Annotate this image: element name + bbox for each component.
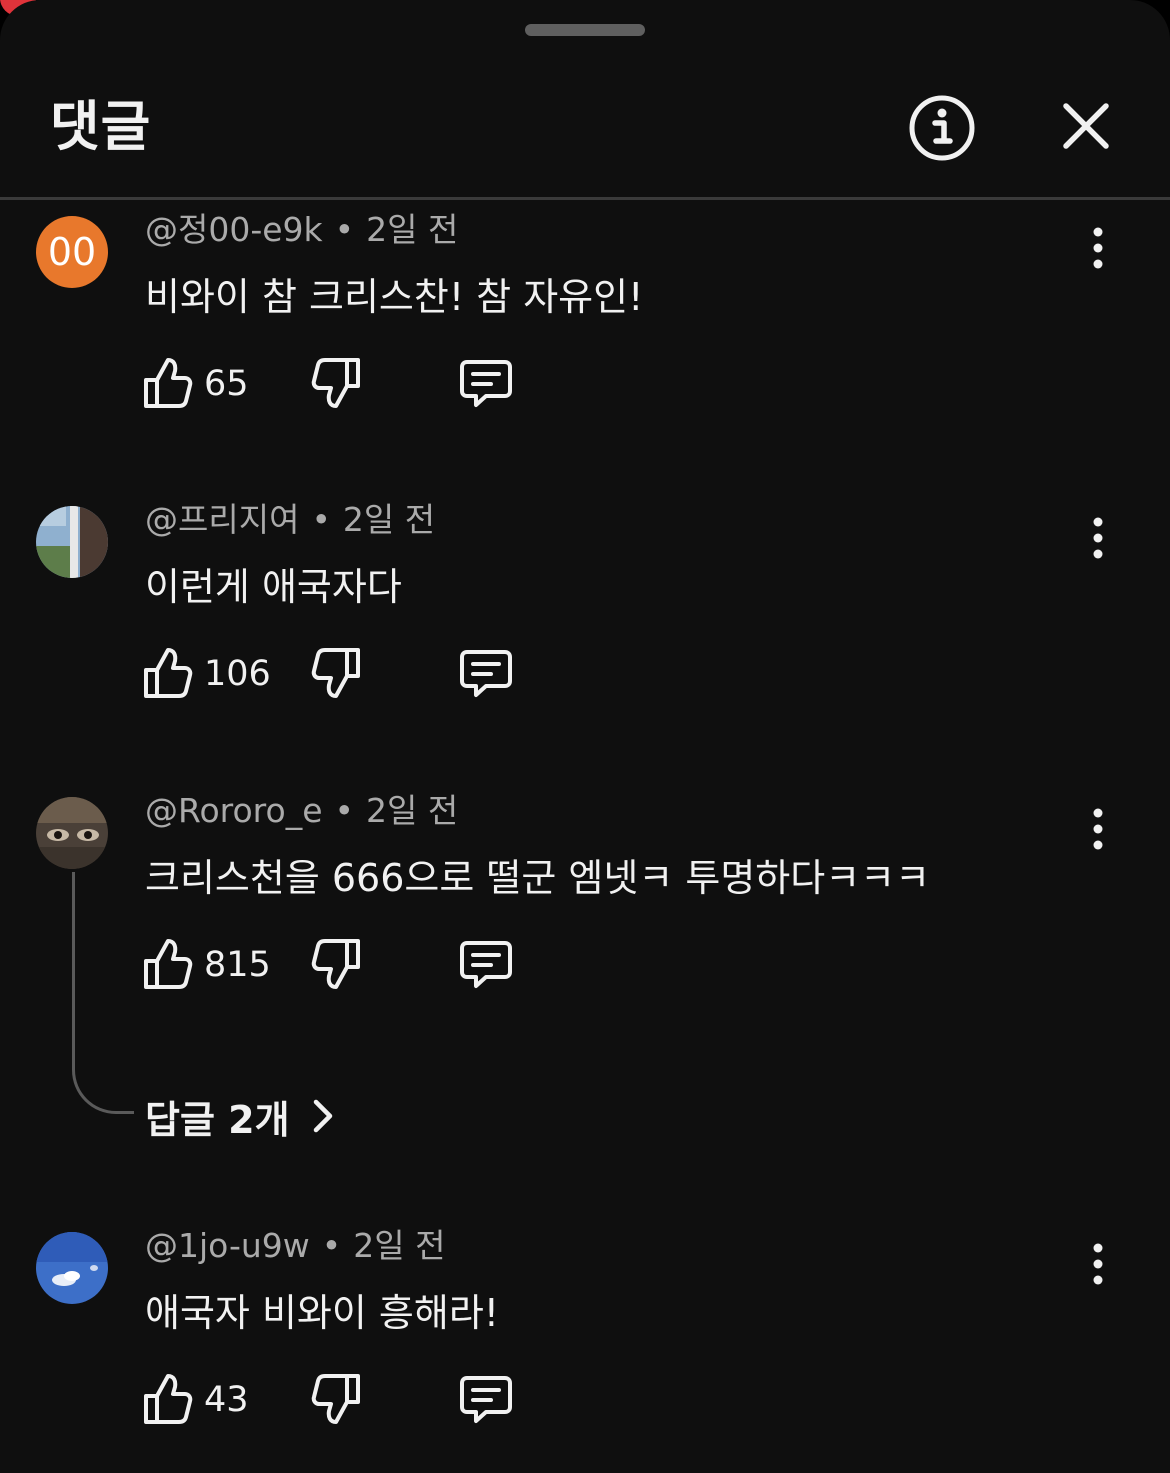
meta-separator: •: [321, 1226, 342, 1265]
like-count: 43: [204, 1380, 249, 1420]
more-options-button[interactable]: [1080, 805, 1116, 853]
comment-meta: @정00-e9k • 2일 전: [145, 208, 458, 252]
reply-comment-icon[interactable]: [458, 648, 514, 700]
more-options-button[interactable]: [1080, 514, 1116, 562]
drag-handle[interactable]: [525, 24, 645, 36]
comment-meta: @Rororo_e • 2일 전: [145, 789, 458, 833]
thumbs-up-icon[interactable]: [142, 1372, 194, 1426]
window-photo-avatar-icon: [36, 506, 108, 578]
eyes-photo-avatar-icon: [36, 797, 108, 869]
comment-meta: @프리지여 • 2일 전: [145, 498, 435, 542]
comment-time: 2일 전: [342, 500, 436, 539]
more-options-button[interactable]: [1080, 1240, 1116, 1288]
info-icon: [909, 95, 975, 161]
meta-separator: •: [311, 500, 331, 539]
more-options-button[interactable]: [1080, 224, 1116, 272]
avatar[interactable]: [36, 506, 108, 578]
comment-item: @프리지여 • 2일 전 이런게 애국자다 106: [0, 498, 1170, 758]
comment-text: 비와이 참 크리스찬! 참 자유인!: [145, 275, 644, 319]
reply-comment-icon[interactable]: [458, 939, 514, 991]
thumbs-up-icon[interactable]: [142, 356, 194, 410]
avatar[interactable]: [36, 797, 108, 869]
close-button[interactable]: [1052, 92, 1120, 160]
view-replies-button[interactable]: 답글 2개: [145, 1088, 340, 1144]
comment-author[interactable]: @정00-e9k: [145, 210, 323, 249]
reply-thread-line: [72, 872, 134, 1114]
comment-time: 2일 전: [365, 791, 459, 830]
meta-separator: •: [334, 791, 354, 830]
comments-sheet: 댓글 00 @정00-e9k • 2일 전 비와이 참 크리스찬! 참 자유인! 6…: [0, 0, 1170, 1473]
avatar[interactable]: 00: [36, 216, 108, 288]
header-divider: [0, 197, 1170, 200]
like-count: 106: [204, 654, 271, 694]
comment-actions: 815: [142, 937, 542, 993]
comment-actions: 65: [142, 356, 542, 412]
close-icon: [1063, 103, 1109, 149]
thumbs-down-icon[interactable]: [310, 1372, 362, 1426]
comment-author[interactable]: @프리지여: [145, 500, 299, 539]
avatar-initials: 00: [47, 230, 97, 274]
comment-author[interactable]: @Rororo_e: [145, 791, 323, 830]
comment-author[interactable]: @1jo-u9w: [145, 1226, 310, 1265]
reply-comment-icon[interactable]: [458, 1374, 514, 1426]
sheet-title: 댓글: [50, 95, 152, 158]
comment-text: 이런게 애국자다: [145, 565, 402, 609]
comment-meta: @1jo-u9w • 2일 전: [145, 1224, 445, 1268]
replies-label: 답글 2개: [145, 1097, 290, 1142]
comment-item: @1jo-u9w • 2일 전 애국자 비와이 흥해라! 43: [0, 1224, 1170, 1473]
sky-photo-avatar-icon: [36, 1232, 108, 1304]
comment-text: 애국자 비와이 흥해라!: [145, 1291, 500, 1335]
comment-time: 2일 전: [353, 1226, 446, 1265]
comment-item: 00 @정00-e9k • 2일 전 비와이 참 크리스찬! 참 자유인! 65: [0, 208, 1170, 468]
thumbs-up-icon[interactable]: [142, 646, 194, 700]
like-count: 815: [204, 945, 271, 985]
more-vertical-icon: [1093, 227, 1103, 269]
thumbs-down-icon[interactable]: [310, 937, 362, 991]
chevron-right-icon: [313, 1099, 332, 1133]
more-vertical-icon: [1093, 1243, 1103, 1285]
comment-actions: 106: [142, 646, 542, 702]
avatar[interactable]: [36, 1232, 108, 1304]
meta-separator: •: [334, 210, 355, 249]
comment-time: 2일 전: [366, 210, 459, 249]
thumbs-down-icon[interactable]: [310, 646, 362, 700]
more-vertical-icon: [1093, 517, 1103, 559]
comment-actions: 43: [142, 1372, 542, 1428]
reply-comment-icon[interactable]: [458, 358, 514, 410]
thumbs-down-icon[interactable]: [310, 356, 362, 410]
comment-item: @Rororo_e • 2일 전 크리스천을 666으로 떨군 엠넷ㅋ 투명하다ㅋㅋ…: [0, 789, 1170, 1049]
comment-text: 크리스천을 666으로 떨군 엠넷ㅋ 투명하다ㅋㅋㅋ: [145, 856, 931, 900]
info-button[interactable]: [904, 90, 980, 166]
thumbs-up-icon[interactable]: [142, 937, 194, 991]
like-count: 65: [204, 364, 249, 404]
more-vertical-icon: [1093, 808, 1103, 850]
